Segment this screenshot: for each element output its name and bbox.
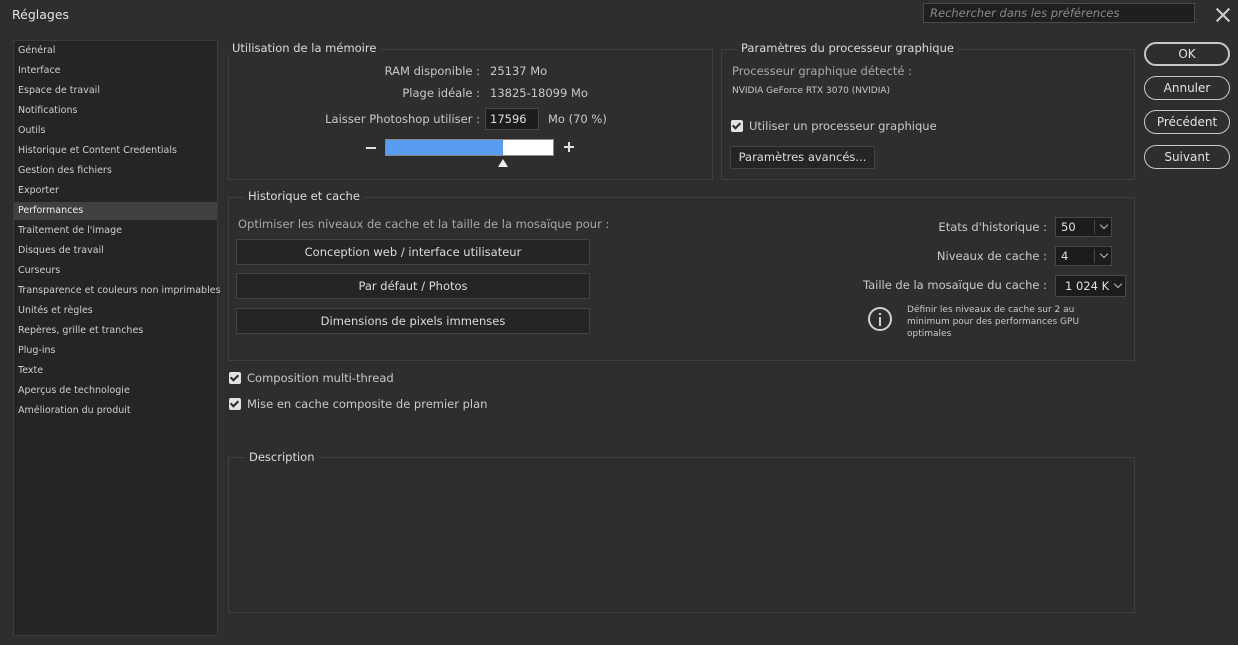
tile-size-value: 1 024 K xyxy=(1065,279,1110,293)
memory-slider[interactable] xyxy=(385,139,554,156)
sidebar-item[interactable]: Outils xyxy=(14,122,217,140)
ram-available-value: 25137 Mo xyxy=(490,64,548,78)
sidebar-item[interactable]: Aperçus de technologie xyxy=(14,382,217,400)
ideal-range-label: Plage idéale : xyxy=(402,86,480,100)
cache-levels-label: Niveaux de cache : xyxy=(936,249,1047,263)
history-states-value: 50 xyxy=(1061,220,1076,234)
search-input[interactable]: Rechercher dans les préférences xyxy=(923,3,1195,23)
chevron-down-icon xyxy=(1099,220,1109,230)
sidebar-item[interactable]: Amélioration du produit xyxy=(14,402,217,420)
memory-amount-input[interactable]: 17596 xyxy=(485,108,539,130)
tile-size-label: Taille de la mosaïque du cache : xyxy=(862,278,1047,292)
memory-slider-fill xyxy=(386,140,503,155)
history-states-label: Etats d'historique : xyxy=(938,220,1047,234)
sidebar-item[interactable]: Notifications xyxy=(14,102,217,120)
cache-levels-select[interactable]: 4 xyxy=(1055,246,1112,266)
cancel-button[interactable]: Annuler xyxy=(1144,76,1230,100)
description-title: Description xyxy=(245,450,319,464)
minus-icon[interactable] xyxy=(366,147,376,149)
multithread-checkbox[interactable] xyxy=(229,372,241,384)
sidebar-item[interactable]: Disques de travail xyxy=(14,242,217,260)
gpu-detected-value: NVIDIA GeForce RTX 3070 (NVIDIA) xyxy=(732,86,891,96)
sidebar-item[interactable]: Repères, grille et tranches xyxy=(14,322,217,340)
use-gpu-checkbox[interactable] xyxy=(731,120,743,132)
next-button[interactable]: Suivant xyxy=(1144,145,1230,169)
ideal-range-value: 13825-18099 Mo xyxy=(490,86,588,100)
multithread-label: Composition multi-thread xyxy=(247,371,394,385)
sidebar-item[interactable]: Général xyxy=(14,42,217,60)
chevron-down-icon xyxy=(1113,279,1123,289)
sidebar-item[interactable]: Curseurs xyxy=(14,262,217,280)
info-text-line-1: Définir les niveaux de cache sur 2 au xyxy=(907,305,1075,315)
sidebar: Général Interface Espace de travail Notific… xyxy=(13,40,221,636)
optimize-label: Optimiser les niveaux de cache et la tai… xyxy=(238,217,610,231)
history-cache-title: Historique et cache xyxy=(244,189,364,203)
memory-usage-title: Utilisation de la mémoire xyxy=(228,41,381,55)
history-states-select[interactable]: 50 xyxy=(1055,217,1112,237)
huge-pixels-preset-button[interactable]: Dimensions de pixels immenses xyxy=(236,308,590,334)
preferences-dialog: Réglages Rechercher dans les préférences… xyxy=(0,0,1238,645)
default-photos-preset-button[interactable]: Par défaut / Photos xyxy=(236,273,590,299)
sidebar-item[interactable]: Interface xyxy=(14,62,217,80)
sidebar-item[interactable]: Texte xyxy=(14,362,217,380)
sidebar-item[interactable]: Gestion des fichiers xyxy=(14,162,217,180)
previous-button[interactable]: Précédent xyxy=(1144,110,1230,134)
sidebar-item[interactable]: Performances xyxy=(14,202,217,220)
use-gpu-label: Utiliser un processeur graphique xyxy=(749,119,937,133)
gpu-settings-title: Paramètres du processeur graphique xyxy=(737,41,958,55)
sidebar-item[interactable]: Plug-ins xyxy=(14,342,217,360)
sidebar-item[interactable]: Unités et règles xyxy=(14,302,217,320)
description-group xyxy=(228,457,1135,613)
title-bar: Réglages Rechercher dans les préférences xyxy=(0,0,1238,30)
tile-size-select[interactable]: 1 024 K xyxy=(1055,275,1126,297)
sidebar-item[interactable]: Historique et Content Credentials xyxy=(14,142,217,160)
cache-levels-value: 4 xyxy=(1061,249,1069,263)
ram-available-label: RAM disponible : xyxy=(384,64,480,78)
info-text-line-3: optimales xyxy=(907,329,952,339)
memory-slider-thumb[interactable] xyxy=(498,159,508,167)
let-photoshop-use-label: Laisser Photoshop utiliser : xyxy=(325,112,480,126)
plus-icon[interactable] xyxy=(564,142,574,152)
ok-button[interactable]: OK xyxy=(1144,42,1230,66)
sidebar-item[interactable]: Espace de travail xyxy=(14,82,217,100)
close-icon[interactable] xyxy=(1214,6,1232,24)
info-text-line-2: minimum pour des performances GPU xyxy=(907,317,1080,327)
sidebar-item[interactable]: Exporter xyxy=(14,182,217,200)
advanced-settings-button[interactable]: Paramètres avancés... xyxy=(730,146,875,169)
select-divider xyxy=(1094,249,1095,263)
select-divider xyxy=(1094,220,1095,234)
foreground-cache-label: Mise en cache composite de premier plan xyxy=(247,397,488,411)
window-title: Réglages xyxy=(12,7,70,22)
memory-unit-label: Mo (70 %) xyxy=(548,112,607,126)
web-ui-preset-button[interactable]: Conception web / interface utilisateur xyxy=(236,239,590,265)
sidebar-item[interactable]: Transparence et couleurs non imprimables xyxy=(14,282,221,300)
chevron-down-icon xyxy=(1099,249,1109,259)
sidebar-item[interactable]: Traitement de l'image xyxy=(14,222,217,240)
gpu-detected-label: Processeur graphique détecté : xyxy=(732,64,912,78)
info-icon xyxy=(868,307,892,331)
foreground-cache-checkbox[interactable] xyxy=(229,398,241,410)
